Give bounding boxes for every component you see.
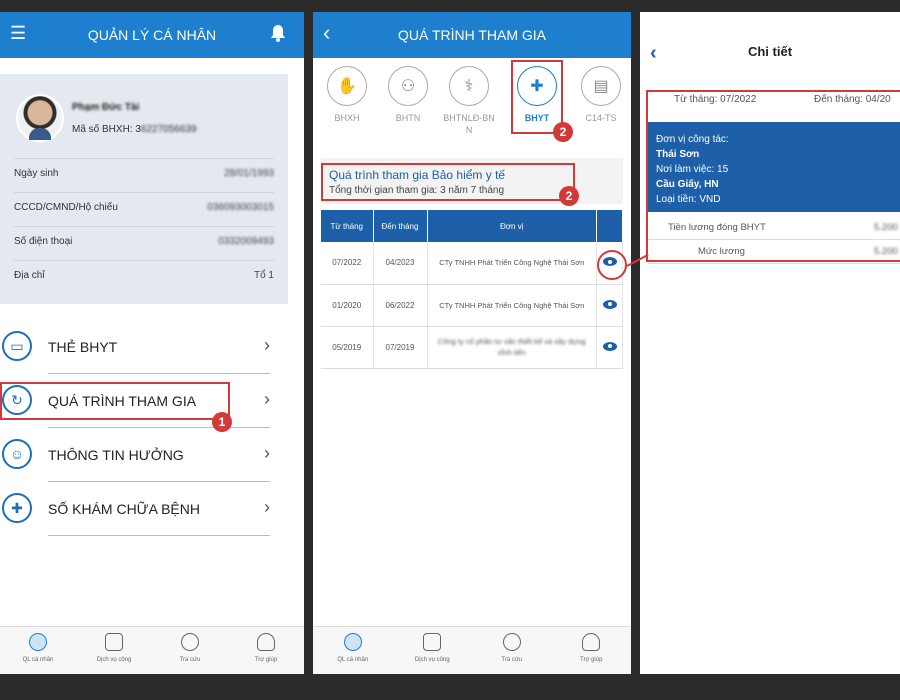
group-icon: ⚇ bbox=[388, 66, 428, 106]
chevron-left-icon[interactable]: ‹ bbox=[323, 20, 330, 46]
step-badge: 2 bbox=[553, 122, 573, 142]
table-row: 05/2019 07/2019 Công ty cổ phần tư vấn th… bbox=[321, 326, 623, 369]
highlight-box-detail bbox=[646, 90, 900, 262]
nav-personal[interactable]: QL cá nhân bbox=[323, 627, 383, 674]
nav-help[interactable]: Trợ giúp bbox=[236, 627, 296, 674]
menu-item-bhyt-card[interactable]: ▭ THẺ BHYT › bbox=[0, 320, 290, 374]
bottom-nav: QL cá nhân Dịch vụ công Tra cứu Trợ giúp bbox=[0, 626, 304, 674]
tab-bhtn[interactable]: ⚇ BHTN bbox=[380, 66, 436, 124]
screen-title: QUẢN LÝ CÁ NHÂN bbox=[87, 27, 217, 43]
eye-icon[interactable] bbox=[602, 299, 617, 309]
insurance-tabs: ✋ BHXH ⚇ BHTN ⚕ BHTNLĐ-BNN ✚ BHYT ▤ C14-TS bbox=[313, 66, 631, 150]
nav-lookup[interactable]: Tra cứu bbox=[160, 627, 220, 674]
nav-public-services[interactable]: Dịch vụ công bbox=[84, 627, 144, 674]
worker-icon: ⚕ bbox=[449, 66, 489, 106]
nav-lookup[interactable]: Tra cứu bbox=[482, 627, 542, 674]
info-row-birthdate: Ngày sinh 28/01/1993 bbox=[14, 158, 274, 188]
personal-management-screen: ☰ QUẢN LÝ CÁ NHÂN Phạm Đức Tài Mã số BHX… bbox=[0, 12, 304, 674]
profile-bhxh-number: Mã số BHXH: 36227056639 bbox=[72, 124, 197, 135]
detail-screen: ‹ Chi tiết Từ tháng: 07/2022 Đến tháng: … bbox=[640, 12, 900, 674]
document-list-icon bbox=[105, 633, 123, 651]
search-gear-icon bbox=[502, 633, 521, 651]
chevron-right-icon: › bbox=[264, 497, 270, 517]
menu-item-benefits[interactable]: ☺ THÔNG TIN HƯỞNG › bbox=[0, 428, 290, 482]
tab-bhxh[interactable]: ✋ BHXH bbox=[319, 66, 375, 124]
chevron-right-icon: › bbox=[264, 443, 270, 463]
bottom-nav: QL cá nhân Dịch vụ công Tra cứu Trợ giúp bbox=[313, 626, 631, 674]
tab-bhtnld-bnn[interactable]: ⚕ BHTNLĐ-BNN bbox=[441, 66, 497, 136]
profile-name: Phạm Đức Tài bbox=[72, 102, 140, 113]
participation-screen: ‹ QUÁ TRÌNH THAM GIA ✋ BHXH ⚇ BHTN ⚕ BHTNLĐ… bbox=[313, 12, 631, 674]
nav-personal[interactable]: QL cá nhân bbox=[8, 627, 68, 674]
highlight-box-bhyt-tab bbox=[511, 60, 563, 134]
table-row: 01/2020 06/2022 CTy TNHH Phát Triển Công … bbox=[321, 284, 623, 327]
info-row-phone: Số điện thoại 0332009493 bbox=[14, 226, 274, 256]
step-badge: 1 bbox=[212, 412, 232, 432]
info-row-id: CCCD/CMND/Hộ chiếu 036093003015 bbox=[14, 192, 274, 222]
col-unit: Đơn vị bbox=[427, 210, 597, 242]
table-row: 07/2022 04/2023 CTy TNHH Phát Triển Công … bbox=[321, 242, 623, 285]
screen-title: Chi tiết bbox=[747, 44, 793, 59]
eye-icon[interactable] bbox=[602, 341, 617, 351]
highlight-box-summary bbox=[321, 163, 575, 201]
search-gear-icon bbox=[181, 633, 199, 651]
highlight-box-participation bbox=[0, 382, 230, 420]
nav-public-services[interactable]: Dịch vụ công bbox=[402, 627, 462, 674]
header-bar: ☰ QUẢN LÝ CÁ NHÂN bbox=[0, 12, 304, 58]
menu-item-medical-book[interactable]: ✚ SỐ KHÁM CHỮA BỆNH › bbox=[0, 482, 290, 536]
person-circle-icon bbox=[343, 633, 362, 651]
header-bar: ‹ QUÁ TRÌNH THAM GIA bbox=[313, 12, 631, 58]
highlight-circle-eye bbox=[597, 250, 627, 280]
hands-icon: ✋ bbox=[327, 66, 367, 106]
chevron-right-icon: › bbox=[264, 389, 270, 409]
avatar bbox=[16, 94, 64, 142]
nav-help[interactable]: Trợ giúp bbox=[561, 627, 621, 674]
info-row-address: Địa chỉ Tổ 1 bbox=[14, 260, 274, 290]
user-icon: ☺ bbox=[2, 439, 32, 469]
step-badge-summary: 2 bbox=[559, 186, 579, 206]
col-action bbox=[596, 210, 623, 242]
hamburger-icon[interactable]: ☰ bbox=[10, 23, 26, 44]
headset-icon bbox=[582, 633, 601, 651]
headset-icon bbox=[257, 633, 275, 651]
tab-c14-ts[interactable]: ▤ C14-TS bbox=[573, 66, 629, 124]
screen-title: QUÁ TRÌNH THAM GIA bbox=[397, 27, 547, 43]
medical-cross-icon: ✚ bbox=[2, 493, 32, 523]
chevron-right-icon: › bbox=[264, 335, 270, 355]
col-from: Từ tháng bbox=[321, 210, 374, 242]
col-to: Đến tháng bbox=[373, 210, 428, 242]
card-icon: ▭ bbox=[2, 331, 32, 361]
bell-icon[interactable] bbox=[270, 24, 286, 45]
participation-table: Từ tháng Đến tháng Đơn vị 07/2022 04/2023… bbox=[321, 210, 623, 369]
person-circle-icon bbox=[29, 633, 47, 651]
profile-card: Phạm Đức Tài Mã số BHXH: 36227056639 Ngà… bbox=[0, 74, 288, 304]
document-icon: ▤ bbox=[581, 66, 621, 106]
document-list-icon bbox=[423, 633, 442, 651]
